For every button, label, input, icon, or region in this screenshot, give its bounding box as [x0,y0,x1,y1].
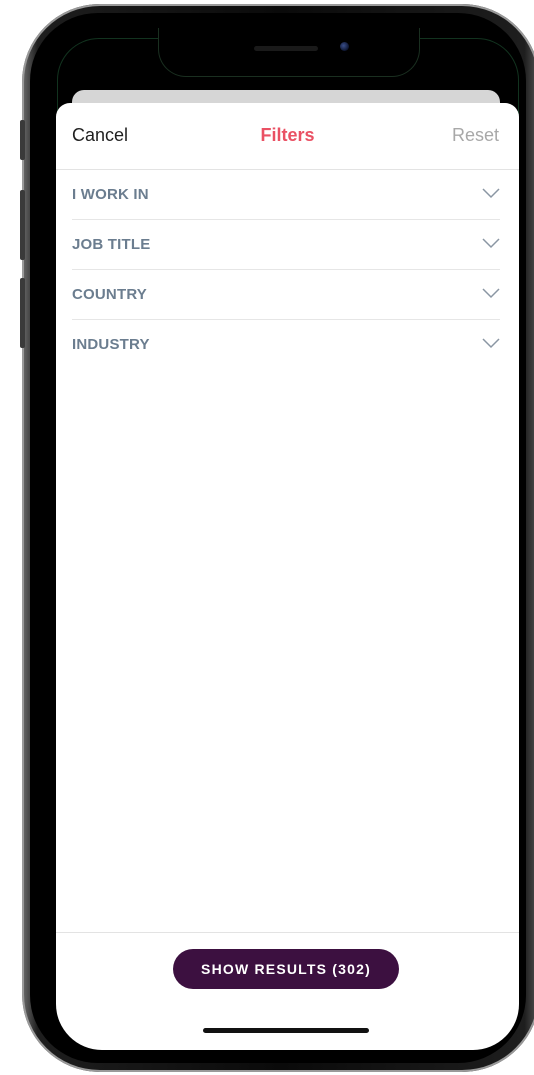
show-results-button[interactable]: SHOW RESULTS (302) [173,949,399,989]
volume-up-button [20,190,25,260]
filter-row-industry[interactable]: INDUSTRY [72,320,500,369]
filter-label: JOB TITLE [72,236,151,253]
reset-button[interactable]: Reset [452,125,499,146]
front-camera-icon [340,42,349,51]
filters-sheet: Cancel Filters Reset I WORK IN JOB TITLE… [56,103,519,1050]
volume-down-button [20,278,25,348]
filter-row-job-title[interactable]: JOB TITLE [72,220,500,270]
chevron-down-icon [482,338,500,349]
filter-label: I WORK IN [72,186,149,203]
chevron-down-icon [482,238,500,249]
chevron-down-icon [482,288,500,299]
notch [158,28,420,77]
filter-row-country[interactable]: COUNTRY [72,270,500,320]
chevron-down-icon [482,188,500,199]
filter-label: INDUSTRY [72,336,150,353]
filter-label: COUNTRY [72,286,148,303]
filter-list: I WORK IN JOB TITLE COUNTRY INDUSTRY [72,170,500,369]
page-title: Filters [260,125,315,145]
speaker-grille [254,46,318,51]
stage: Cancel Filters Reset I WORK IN JOB TITLE… [0,0,534,1075]
footer: SHOW RESULTS (302) [56,932,519,1050]
mute-switch [20,120,25,160]
nav-bar: Cancel Filters Reset [56,103,519,170]
filter-row-i-work-in[interactable]: I WORK IN [72,170,500,220]
home-indicator[interactable] [203,1028,369,1033]
